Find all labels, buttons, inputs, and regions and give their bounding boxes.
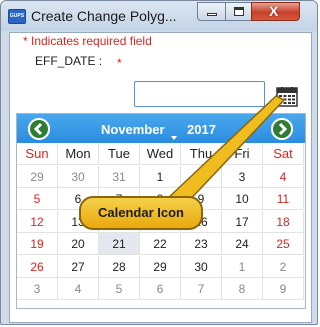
calendar-icon-callout: Calendar Icon bbox=[79, 196, 203, 230]
callout-pointer bbox=[164, 95, 286, 207]
